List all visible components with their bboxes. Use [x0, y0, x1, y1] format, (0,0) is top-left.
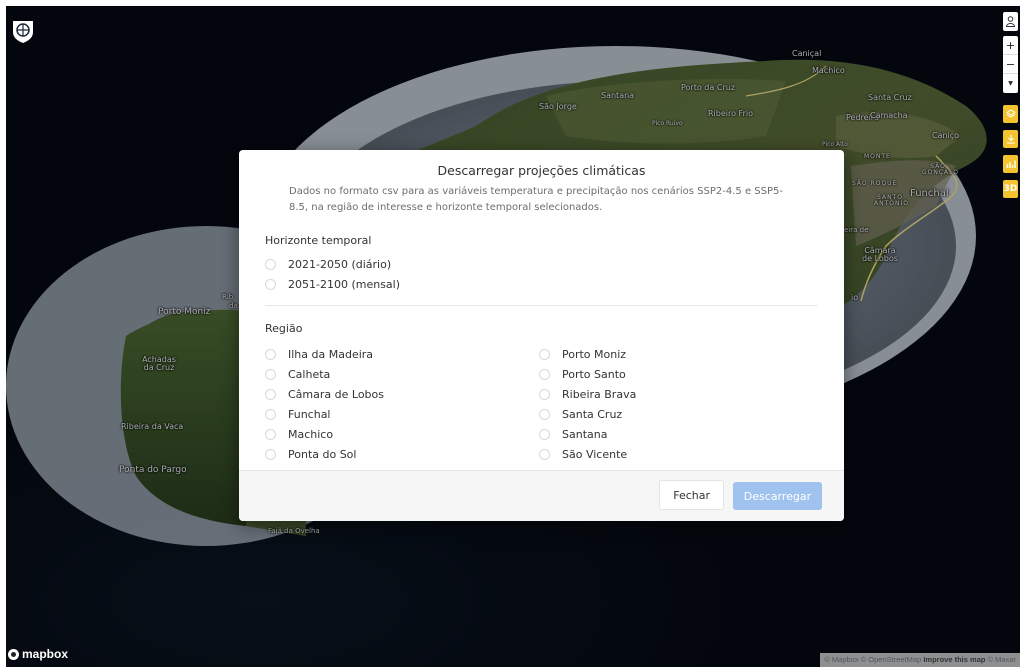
radio-button[interactable] — [539, 368, 550, 380]
radio-button[interactable] — [265, 388, 276, 400]
layers-button[interactable] — [1003, 105, 1018, 123]
close-button[interactable]: Fechar — [659, 480, 724, 510]
radio-button[interactable] — [539, 348, 550, 360]
horizon-section-title: Horizonte temporal — [265, 234, 372, 247]
radio-button[interactable] — [265, 348, 276, 360]
attribution-text[interactable]: © Mapbox © OpenStreetMap — [824, 655, 921, 664]
compass-button[interactable]: ▼ — [1003, 74, 1018, 93]
3d-toggle-button[interactable]: 3D — [1003, 180, 1018, 198]
mapbox-icon — [8, 648, 19, 660]
region-option[interactable]: Câmara de Lobos — [265, 386, 384, 402]
region-option[interactable]: Santa Cruz — [539, 406, 622, 422]
region-option[interactable]: Porto Santo — [539, 366, 626, 382]
region-option[interactable]: Calheta — [265, 366, 330, 382]
section-divider — [265, 305, 818, 306]
radio-button[interactable] — [539, 448, 550, 460]
radio-button[interactable] — [265, 368, 276, 380]
radio-button[interactable] — [539, 388, 550, 400]
radio-button[interactable] — [265, 428, 276, 440]
zoom-in-button[interactable]: + — [1003, 36, 1018, 55]
radio-button[interactable] — [539, 408, 550, 420]
region-section-title: Região — [265, 322, 303, 335]
radio-button[interactable] — [539, 428, 550, 440]
layers-icon — [1005, 109, 1016, 118]
user-control[interactable] — [1003, 12, 1018, 31]
mapbox-logo[interactable]: mapbox — [8, 647, 68, 661]
download-projections-dialog: Descarregar projeções climáticas Dados n… — [239, 150, 844, 521]
region-option[interactable]: Porto Moniz — [539, 346, 626, 362]
dialog-title: Descarregar projeções climáticas — [437, 163, 646, 178]
region-option[interactable]: Ribeira Brava — [539, 386, 636, 402]
zoom-controls: + − ▼ — [1003, 36, 1018, 93]
map-attribution: © Mapbox © OpenStreetMap Improve this ma… — [820, 653, 1020, 667]
region-option[interactable]: Ilha da Madeira — [265, 346, 373, 362]
user-icon[interactable] — [1003, 12, 1018, 31]
chart-icon — [1006, 160, 1016, 168]
dialog-footer: Fechar Descarregar — [239, 470, 844, 521]
improve-map-link[interactable]: Improve this map — [923, 655, 985, 664]
dialog-description: Dados no formato csv para as variáveis t… — [289, 186, 783, 213]
radio-button[interactable] — [265, 258, 276, 270]
app-logo-icon[interactable] — [10, 18, 36, 44]
region-option[interactable]: São Vicente — [539, 446, 627, 462]
region-option[interactable]: Santana — [539, 426, 607, 442]
zoom-out-button[interactable]: − — [1003, 55, 1018, 74]
attribution-maxar[interactable]: © Maxar — [988, 655, 1016, 664]
horizon-option-2021-2050[interactable]: 2021-2050 (diário) — [265, 256, 391, 272]
chart-button[interactable] — [1003, 155, 1018, 173]
radio-button[interactable] — [265, 448, 276, 460]
horizon-option-2051-2100[interactable]: 2051-2100 (mensal) — [265, 276, 400, 292]
region-option[interactable]: Machico — [265, 426, 333, 442]
region-option[interactable]: Funchal — [265, 406, 331, 422]
download-icon — [1006, 135, 1015, 144]
radio-button[interactable] — [265, 278, 276, 290]
region-option[interactable]: Ponta do Sol — [265, 446, 356, 462]
download-submit-button[interactable]: Descarregar — [733, 482, 822, 510]
download-button[interactable] — [1003, 130, 1018, 148]
radio-button[interactable] — [265, 408, 276, 420]
